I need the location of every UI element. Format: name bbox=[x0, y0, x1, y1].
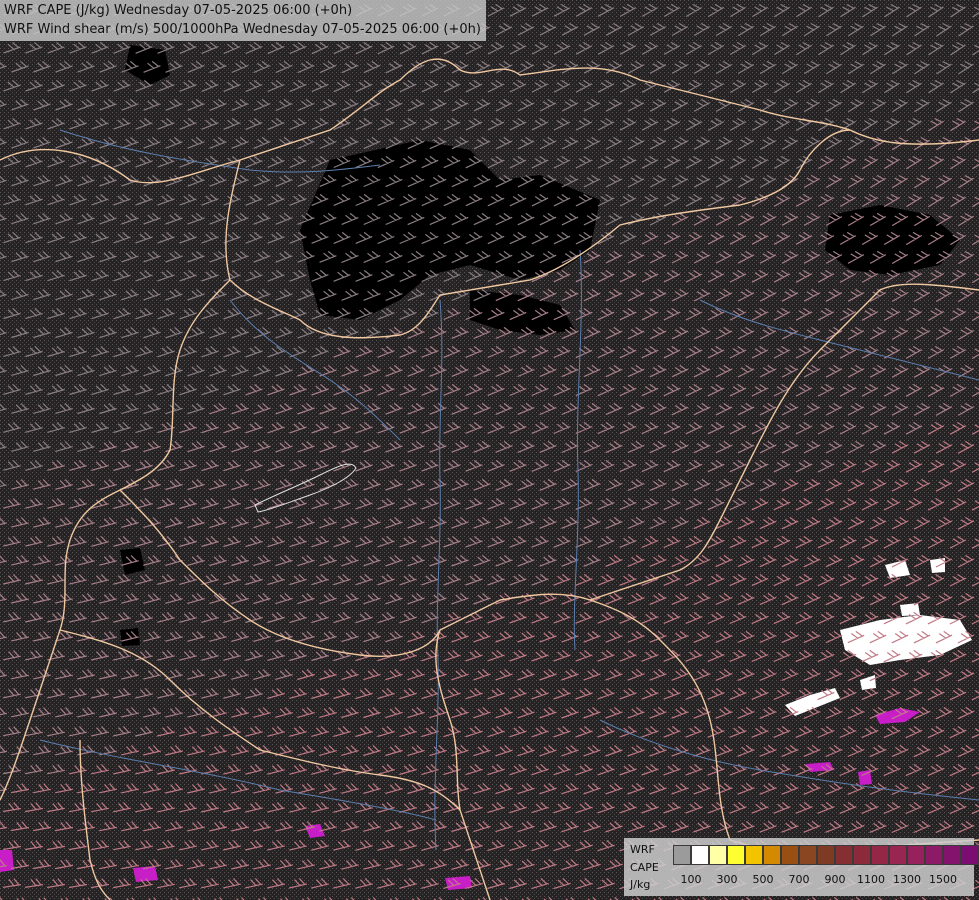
legend-swatch bbox=[907, 845, 925, 865]
legend-tick-label: 300 bbox=[716, 873, 738, 886]
legend-swatch bbox=[871, 845, 889, 865]
legend-title-line: WRF bbox=[630, 843, 655, 856]
legend-tick-label: 1300 bbox=[893, 873, 921, 886]
legend-swatch bbox=[763, 845, 781, 865]
legend-tick-labels: 100 300 500 700 900 1100 1300 1500 bbox=[673, 874, 973, 888]
legend-tick-label: 500 bbox=[752, 873, 774, 886]
cape-shear-map bbox=[0, 0, 979, 900]
legend-swatch bbox=[781, 845, 799, 865]
legend-tick-label: 1100 bbox=[857, 873, 885, 886]
legend-swatch bbox=[709, 845, 727, 865]
legend-swatch bbox=[943, 845, 961, 865]
legend-title-line: J/kg bbox=[630, 878, 651, 891]
legend-tick-label: 100 bbox=[680, 873, 702, 886]
legend-swatch bbox=[673, 845, 691, 865]
legend-color-scale bbox=[673, 845, 979, 865]
legend-swatch bbox=[745, 845, 763, 865]
legend-swatch bbox=[925, 845, 943, 865]
legend-swatch bbox=[835, 845, 853, 865]
legend-swatch bbox=[853, 845, 871, 865]
cape-legend: WRF CAPE J/kg 100 300 500 700 900 1100 1300 150… bbox=[624, 838, 979, 896]
legend-tick-label: 900 bbox=[824, 873, 846, 886]
legend-swatch bbox=[799, 845, 817, 865]
weather-map: WRF CAPE (J/kg) Wednesday 07-05-2025 06:… bbox=[0, 0, 979, 900]
title-cape: WRF CAPE (J/kg) Wednesday 07-05-2025 06:… bbox=[4, 3, 353, 18]
title-wind-shear: WRF Wind shear (m/s) 500/1000hPa Wednesd… bbox=[4, 22, 481, 37]
legend-tick-label: 700 bbox=[788, 873, 810, 886]
map-title: WRF CAPE (J/kg) Wednesday 07-05-2025 06:… bbox=[0, 0, 486, 41]
legend-swatch bbox=[817, 845, 835, 865]
legend-swatch bbox=[691, 845, 709, 865]
legend-swatch bbox=[961, 845, 979, 865]
legend-swatch bbox=[889, 845, 907, 865]
legend-tick-label: 1500 bbox=[929, 873, 957, 886]
legend-swatch bbox=[727, 845, 745, 865]
legend-title-line: CAPE bbox=[630, 861, 659, 874]
